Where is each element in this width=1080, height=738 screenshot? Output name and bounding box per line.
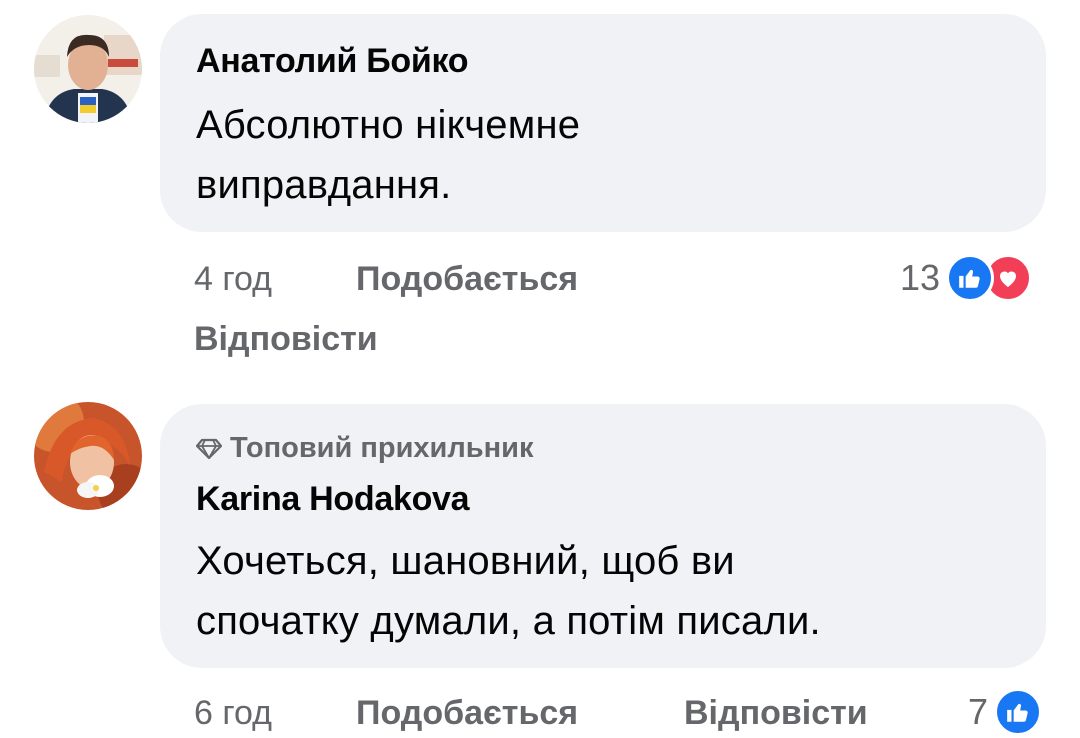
comment-author[interactable]: Анатолий Бойко	[196, 42, 469, 81]
comment-text-line: Хочеться, шановний, щоб ви	[196, 539, 735, 583]
reaction-summary[interactable]: 13	[900, 254, 1033, 302]
avatar[interactable]	[34, 402, 142, 510]
badge-label: Топовий прихильник	[230, 432, 534, 464]
reaction-count: 7	[968, 691, 989, 732]
top-fan-badge[interactable]: Топовий прихильник	[196, 432, 534, 465]
comment-bubble: Топовий прихильник Karina Hodakova Хочет…	[160, 404, 1046, 668]
like-action[interactable]: Подобається	[356, 260, 578, 299]
comment-text-line: спочатку думали, а потім писали.	[196, 599, 821, 643]
reply-action[interactable]: Відповісти	[194, 320, 378, 359]
reaction-summary[interactable]: 7	[968, 688, 1043, 736]
like-icon	[946, 254, 995, 302]
comment-author[interactable]: Karina Hodakova	[196, 480, 470, 519]
reply-action[interactable]: Відповісти	[684, 694, 868, 733]
comment-time[interactable]: 6 год	[194, 694, 272, 733]
avatar[interactable]	[34, 15, 142, 123]
like-action[interactable]: Подобається	[356, 694, 578, 733]
diamond-icon	[196, 438, 222, 459]
comment-bubble: Анатолий Бойко Абсолютно нікчемне виправ…	[160, 14, 1046, 232]
reaction-count: 13	[900, 257, 941, 298]
comment-text-line: Абсолютно нікчемне	[196, 103, 581, 147]
comment-text-line: виправдання.	[196, 163, 452, 207]
like-icon	[994, 688, 1043, 736]
comment-time[interactable]: 4 год	[194, 260, 272, 299]
